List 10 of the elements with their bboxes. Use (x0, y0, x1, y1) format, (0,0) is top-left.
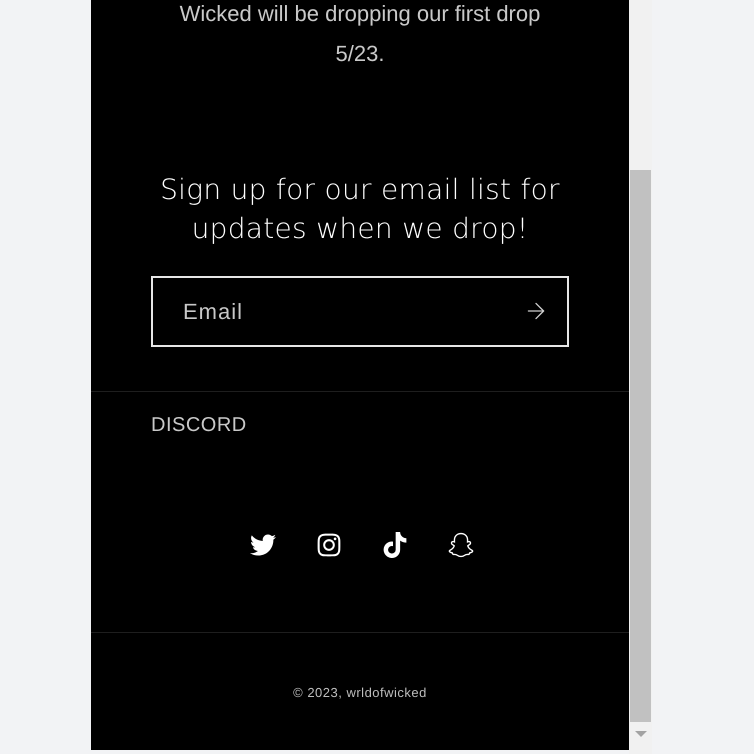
music-note-icon[interactable] (381, 531, 409, 559)
ghost-icon[interactable] (447, 531, 475, 559)
footer-link[interactable]: DISCORD (151, 414, 247, 436)
email-field[interactable]: Email (151, 276, 569, 347)
camera-icon[interactable] (315, 531, 343, 559)
scrollbar-thumb[interactable] (630, 170, 651, 722)
announcement-text: Wicked will be dropping our first drop 5/23. (178, 0, 542, 68)
newsletter-heading: Sign up for our email list for updates when we drop! (159, 172, 561, 247)
scrollbar[interactable] (629, 0, 652, 754)
copyright-text: © 2023, wrldofwicked (292, 685, 428, 700)
